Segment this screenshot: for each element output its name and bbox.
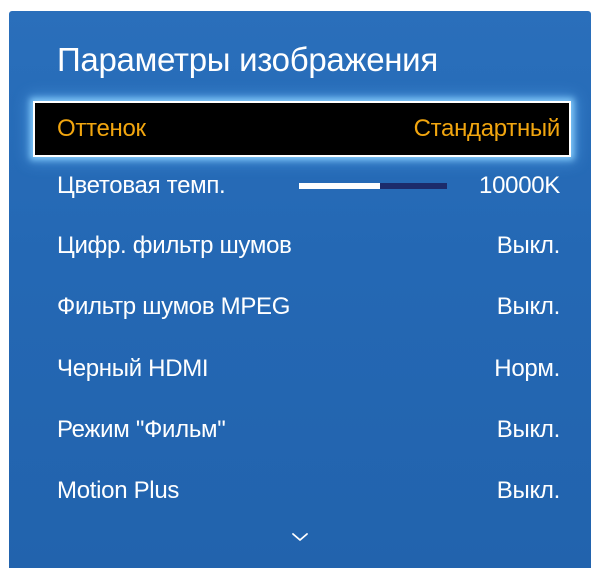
menu-item-hdmi-black[interactable]: Черный HDMI Норм. [33, 341, 571, 397]
menu-item-label: Оттенок [57, 115, 146, 142]
menu-title: Параметры изображения [57, 41, 438, 78]
menu-item-label: Motion Plus [57, 477, 180, 504]
menu-item-value: Выкл. [496, 232, 561, 259]
menu-item-value: Выкл. [496, 477, 561, 504]
menu-item-value: Выкл. [496, 293, 561, 320]
menu-item-label: Фильтр шумов MPEG [57, 293, 291, 320]
menu-item-color-temp[interactable]: Цветовая темп. 10000K [33, 158, 571, 214]
menu-item-digital-noise-filter[interactable]: Цифр. фильтр шумов Выкл. [33, 218, 571, 274]
menu-item-value: 10000K [479, 172, 560, 199]
menu-item-label: Черный HDMI [57, 355, 209, 382]
menu-item-tint[interactable]: Оттенок Стандартный [33, 101, 571, 157]
menu-item-label: Цифр. фильтр шумов [57, 232, 292, 259]
menu-item-value: Норм. [494, 355, 560, 382]
chevron-down-icon[interactable] [291, 531, 309, 543]
slider-fill [299, 183, 381, 189]
picture-options-menu: Параметры изображения Оттенок Стандартны… [9, 11, 591, 568]
menu-item-motion-plus[interactable]: Motion Plus Выкл. [33, 463, 571, 519]
menu-item-label: Режим "Фильм" [57, 416, 226, 443]
menu-item-mpeg-noise-filter[interactable]: Фильтр шумов MPEG Выкл. [33, 279, 571, 335]
menu-item-label: Цветовая темп. [57, 172, 226, 199]
menu-item-film-mode[interactable]: Режим "Фильм" Выкл. [33, 402, 571, 458]
menu-item-value: Стандартный [413, 115, 561, 142]
color-temp-slider[interactable] [299, 183, 447, 189]
menu-item-value: Выкл. [496, 416, 561, 443]
